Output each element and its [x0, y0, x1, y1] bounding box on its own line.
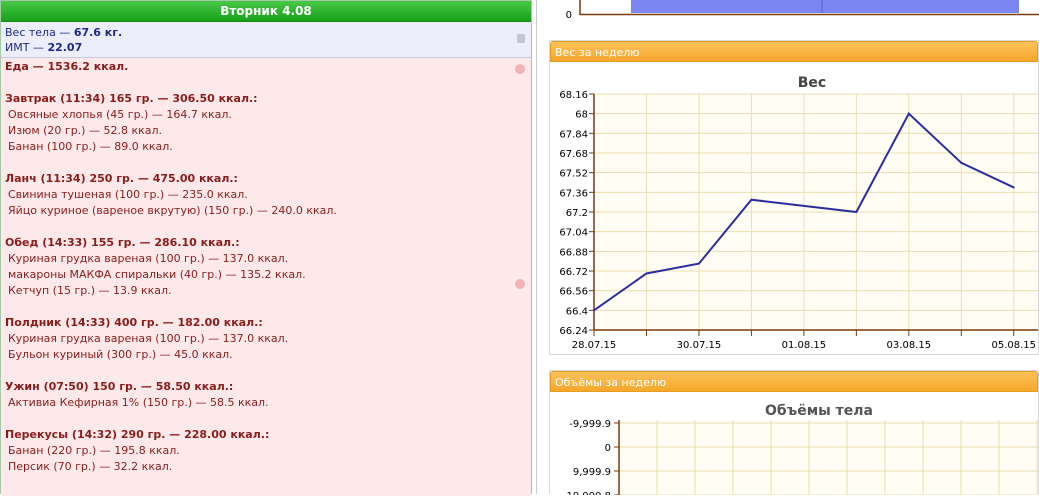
x-tick-label: 01.08.15 — [782, 340, 827, 351]
meals-list: Завтрак (11:34) 165 гр. — 306.50 ккал.: О… — [5, 75, 527, 475]
column-divider — [536, 0, 537, 494]
data-point — [750, 198, 753, 201]
meal-spacer — [5, 155, 527, 171]
body-stats: Вес тела — 67.6 кг. ИМТ — 22.07 — [1, 22, 531, 58]
data-point — [593, 309, 595, 312]
weight-chart: 68.16 68 67.84 67.68 67.52 67.36 67.2 67.04 66.8… — [559, 75, 1038, 351]
meal-item: Изюм (20 гр.) — 52.8 ккал. — [8, 124, 163, 137]
meal-title: Ланч (11:34) 250 гр. — 475.00 ккал.: — [5, 172, 238, 185]
data-point — [907, 112, 910, 115]
meal-spacer — [5, 299, 527, 315]
meal-item: Свинина тушеная (100 гр.) — 235.0 ккал. — [8, 188, 248, 201]
data-point — [645, 272, 648, 275]
meal-spacer — [5, 219, 527, 235]
y-tick-label: -9,999.9 — [569, 419, 611, 430]
y-tick-label: 67.52 — [559, 169, 588, 180]
y-tick-label: 67.68 — [559, 149, 588, 160]
meal-title: Завтрак (11:34) 165 гр. — 306.50 ккал.: — [5, 92, 258, 105]
meal-title: Полдник (14:33) 400 гр. — 182.00 ккал.: — [5, 316, 263, 329]
bmi-row: ИМТ — 22.07 — [5, 40, 527, 55]
data-point — [1012, 186, 1015, 189]
chart-bar — [631, 0, 1019, 13]
meal-item: Бульон куриный (300 гр.) — 45.0 ккал. — [8, 348, 233, 361]
meal-item: Куриная грудка вареная (100 гр.) — 137.0… — [8, 252, 289, 265]
bmi-value: 22.07 — [47, 41, 83, 54]
meal-title: Перекусы (14:32) 290 гр. — 228.00 ккал.: — [5, 428, 270, 441]
x-tick-label: 30.07.15 — [677, 340, 722, 351]
meal-item: Яйцо куриное (вареное вкрутую) (150 гр.)… — [8, 204, 337, 217]
weight-label: Вес тела — — [5, 26, 74, 39]
meal-spacer — [5, 75, 527, 91]
plot-area — [619, 420, 1038, 495]
y-tick-label: 68.16 — [559, 90, 588, 101]
meal-item: Кетчуп (15 гр.) — 13.9 ккал. — [8, 284, 172, 297]
data-point — [960, 161, 963, 164]
y-tick-label: 67.36 — [559, 188, 588, 199]
x-tick-label: 05.08.15 — [991, 340, 1036, 351]
day-header: Вторник 4.08 — [1, 1, 531, 22]
food-total: Еда — 1536.2 ккал. — [5, 60, 129, 73]
y-tick-label: 66.4 — [566, 306, 588, 317]
volume-chart-panel: Объёмы за неделю -9,999.9 0 9,999.9 19,999.… — [549, 370, 1039, 495]
weight-row: Вес тела — 67.6 кг. — [5, 25, 527, 40]
y-tick-label: 9,999.9 — [573, 467, 611, 478]
volume-chart: -9,999.9 0 9,999.9 19,999.8 Объёмы тела — [566, 403, 1038, 495]
y-tick-label: 67.04 — [559, 228, 588, 239]
volume-panel-header[interactable]: Объёмы за неделю — [550, 371, 1038, 392]
apple-icon[interactable] — [515, 279, 525, 289]
apple-icon[interactable] — [515, 64, 525, 74]
meal-title: Обед (14:33) 155 гр. — 286.10 ккал.: — [5, 236, 240, 249]
meal-item: Куриная грудка вареная (100 гр.) — 137.0… — [8, 332, 289, 345]
chart-title: Объёмы тела — [765, 403, 873, 419]
day-diary-panel: Вторник 4.08 Вес тела — 67.6 кг. ИМТ — 2… — [0, 0, 532, 496]
y-tick-label: 66.88 — [559, 247, 588, 258]
weight-panel-header[interactable]: Вес за неделю — [550, 41, 1038, 62]
y-tick-label: 66.72 — [559, 267, 588, 278]
meal-item: Банан (100 гр.) — 89.0 ккал. — [8, 140, 173, 153]
trash-icon[interactable] — [517, 34, 525, 43]
y-tick-label: 19,999.8 — [566, 491, 611, 495]
y-tick-label: 67.84 — [559, 129, 588, 140]
x-tick-label: 28.07.15 — [572, 340, 617, 351]
weight-value: 67.6 кг. — [73, 26, 123, 39]
meal-item: Персик (70 гр.) — 32.2 ккал. — [8, 460, 173, 473]
food-list: Еда — 1536.2 ккал. Завтрак (11:34) 165 г… — [1, 58, 531, 496]
top-chart: 0 — [566, 0, 1039, 20]
y-tick-label: 0 — [605, 443, 611, 454]
y-tick-label: 68 — [575, 110, 588, 121]
y-tick-label: 67.2 — [566, 208, 588, 219]
meal-item: макароны МАКФА спиральки (40 гр.) — 135.… — [8, 268, 306, 281]
meal-spacer — [5, 363, 527, 379]
data-point — [855, 211, 858, 213]
x-tick-label: 03.08.15 — [887, 340, 932, 351]
bmi-label: ИМТ — — [5, 41, 48, 54]
y-tick-label: 66.24 — [559, 326, 588, 337]
meal-title: Ужин (07:50) 150 гр. — 58.50 ккал.: — [5, 380, 234, 393]
weight-chart-panel: Вес за неделю 68.16 68 67.84 67.68 67.52 67.3… — [549, 40, 1039, 355]
meal-item: Активиа Кефирная 1% (150 гр.) — 58.5 кка… — [8, 396, 269, 409]
zero-tick-label: 0 — [566, 10, 572, 20]
meal-item: Банан (220 гр.) — 195.8 ккал. — [8, 444, 180, 457]
meal-item: Овсяные хлопья (45 гр.) — 164.7 ккал. — [8, 108, 232, 121]
meal-spacer — [5, 411, 527, 427]
y-tick-label: 66.56 — [559, 287, 588, 298]
data-point — [697, 262, 700, 265]
chart-title: Вес — [798, 75, 826, 91]
